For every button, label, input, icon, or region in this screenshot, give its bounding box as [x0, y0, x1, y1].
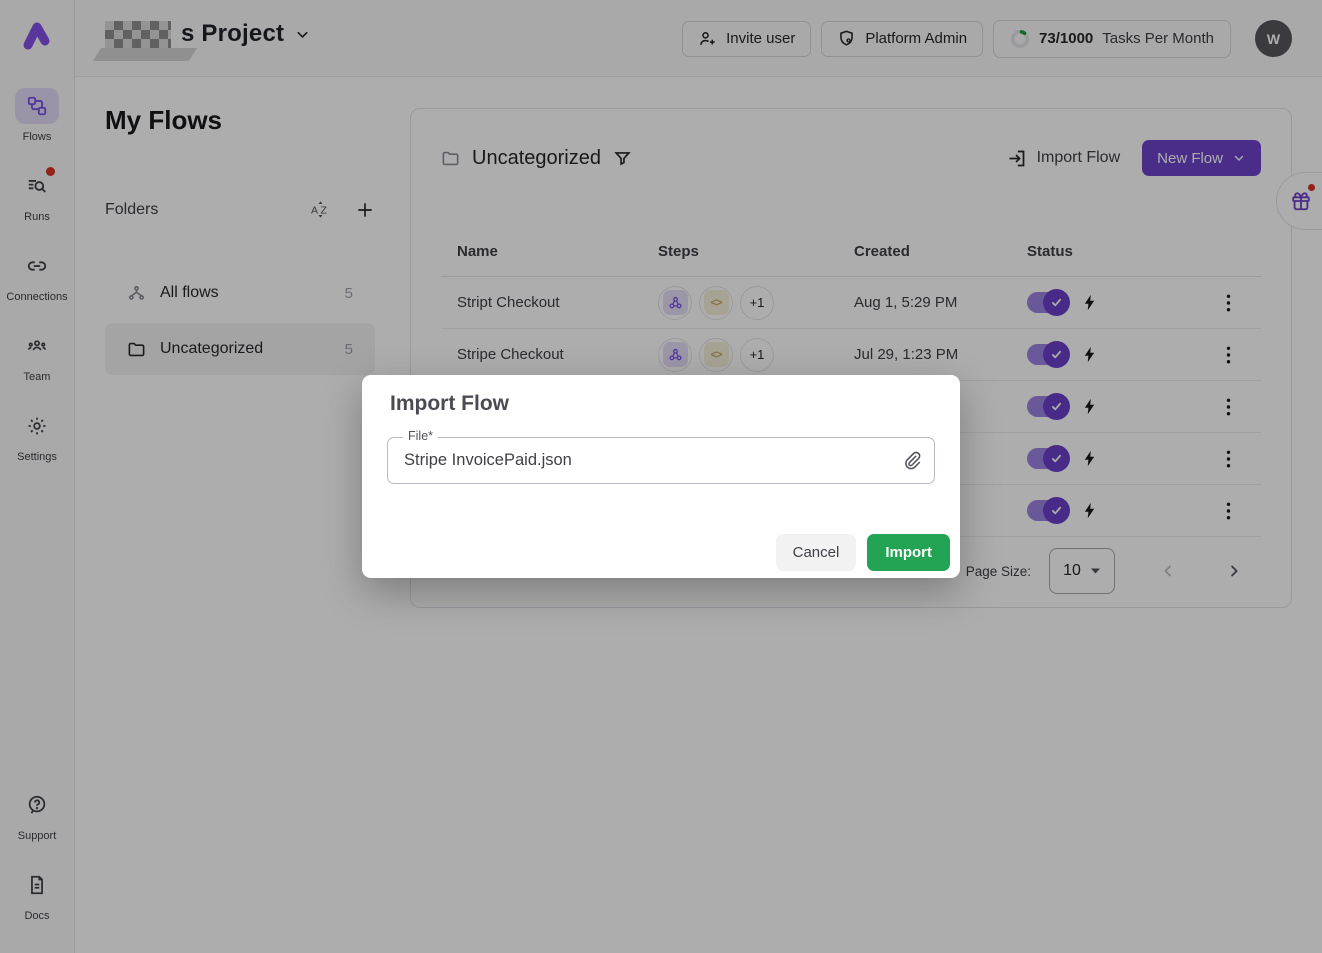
import-button[interactable]: Import: [867, 534, 950, 571]
cancel-button[interactable]: Cancel: [776, 534, 857, 571]
file-input[interactable]: [388, 438, 934, 483]
app-root: Flows Runs Connections Team: [0, 0, 1322, 953]
file-field: File*: [387, 437, 935, 484]
modal-footer: Cancel Import: [776, 534, 950, 571]
import-flow-modal: Import Flow File* Cancel Import: [362, 375, 960, 578]
modal-title: Import Flow: [390, 392, 509, 416]
paperclip-icon[interactable]: [901, 449, 923, 478]
